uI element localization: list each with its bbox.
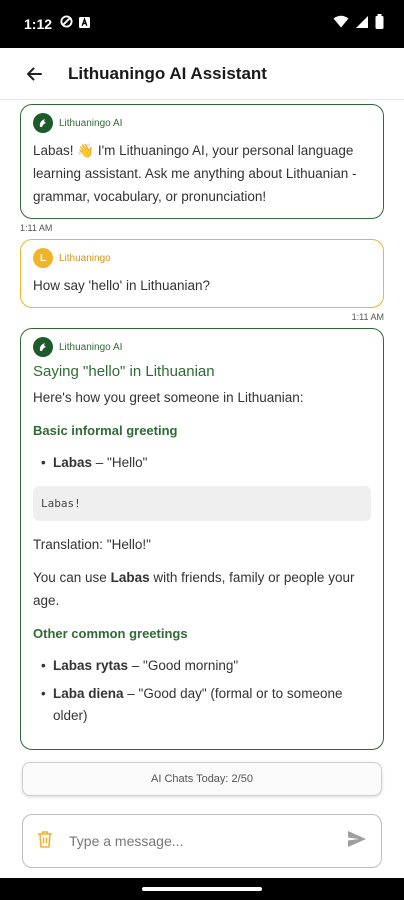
message-sender: Lithuaningo AI xyxy=(33,337,371,357)
chat-list[interactable]: Lithuaningo AI Labas! 👋 I'm Lithuaningo … xyxy=(0,100,404,762)
battery-icon xyxy=(375,14,384,34)
send-icon[interactable] xyxy=(347,830,367,853)
message-input[interactable] xyxy=(69,833,347,849)
message-heading: Saying "hello" in Lithuanian xyxy=(33,363,215,380)
arrow-left-icon xyxy=(27,67,42,80)
ai-chat-counter: AI Chats Today: 2/50 xyxy=(22,762,382,796)
ai-avatar-icon xyxy=(33,113,53,133)
trash-icon[interactable] xyxy=(37,830,53,853)
message-timestamp: 1:11 AM xyxy=(351,312,384,322)
code-block: Labas! xyxy=(33,486,371,521)
list-item: Labas rytas – "Good morning" xyxy=(33,655,371,677)
section-heading: Basic informal greeting xyxy=(33,423,178,438)
message-sender: L Lithuaningo xyxy=(33,248,371,268)
list-item: Labas – "Hello" xyxy=(33,452,371,474)
status-bar: 1:12 xyxy=(0,0,404,48)
ai-message-bubble: Lithuaningo AI Saying "hello" in Lithuan… xyxy=(20,328,384,750)
user-avatar: L xyxy=(33,248,53,268)
app-bar: Lithuaningo AI Assistant xyxy=(0,48,404,100)
message-text: Labas! 👋 I'm Lithuaningo AI, your person… xyxy=(33,143,357,204)
message-paragraph: Translation: "Hello!" xyxy=(33,537,151,552)
home-gesture-handle[interactable] xyxy=(142,887,262,891)
data-saver-icon xyxy=(60,15,73,33)
list-item: Laba diena – "Good day" (formal or to so… xyxy=(33,683,371,727)
signal-icon xyxy=(355,15,369,34)
sender-name: Lithuaningo xyxy=(59,252,111,264)
back-button[interactable] xyxy=(14,54,54,94)
ai-avatar-icon xyxy=(33,337,53,357)
wifi-icon xyxy=(333,15,349,33)
sender-name: Lithuaningo AI xyxy=(59,341,123,353)
message-sender: Lithuaningo AI xyxy=(33,113,371,133)
term: Labas xyxy=(53,455,93,470)
ai-message-bubble: Lithuaningo AI Labas! 👋 I'm Lithuaningo … xyxy=(20,104,384,219)
user-message-bubble: L Lithuaningo How say 'hello' in Lithuan… xyxy=(20,239,384,308)
meaning: – "Good morning" xyxy=(128,658,239,673)
message-paragraph: Here's how you greet someone in Lithuani… xyxy=(33,390,304,405)
greeting-list: Labas rytas – "Good morning" Laba diena … xyxy=(33,655,371,727)
page-title: Lithuaningo AI Assistant xyxy=(68,63,267,83)
meaning: – "Hello" xyxy=(92,455,148,470)
term: Laba diena xyxy=(53,686,124,701)
section-heading: Other common greetings xyxy=(33,626,188,641)
sender-name: Lithuaningo AI xyxy=(59,117,123,129)
message-text: How say 'hello' in Lithuanian? xyxy=(33,278,211,293)
usage-pre: You can use xyxy=(33,570,111,585)
greeting-list: Labas – "Hello" xyxy=(33,452,371,474)
term: Labas rytas xyxy=(53,658,129,673)
message-composer xyxy=(22,814,382,868)
message-paragraph: You can use Labas with friends, family o… xyxy=(33,566,371,612)
status-time: 1:12 xyxy=(24,16,53,32)
notification-a-icon xyxy=(79,15,91,33)
message-timestamp: 1:11 AM xyxy=(20,223,53,233)
usage-term: Labas xyxy=(110,570,150,585)
